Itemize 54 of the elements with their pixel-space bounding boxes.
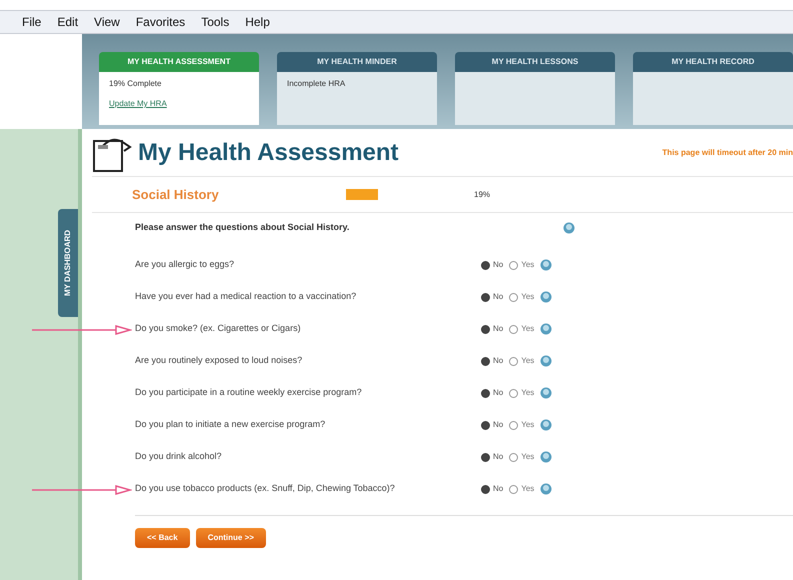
- question-text: Do you use tobacco products (ex. Snuff, Dip, Chewing Tobacco)?: [135, 482, 396, 496]
- status-text: Incomplete HRA: [287, 78, 346, 90]
- help-icon[interactable]: [563, 222, 575, 234]
- radio-option[interactable]: Yes: [509, 483, 534, 495]
- help-icon[interactable]: [540, 387, 552, 399]
- question-text: Do you plan to initiate a new exercise program?: [135, 418, 326, 432]
- help-icon[interactable]: [540, 291, 552, 303]
- help-icon[interactable]: [540, 259, 552, 271]
- radio-option[interactable]: No: [481, 323, 504, 335]
- radio-option[interactable]: Yes: [509, 387, 534, 399]
- update-link[interactable]: Update My HRA: [109, 98, 249, 110]
- help-icon[interactable]: [540, 419, 552, 431]
- radio-option[interactable]: No: [481, 291, 504, 303]
- menu-item[interactable]: Help: [245, 13, 270, 31]
- radio-option[interactable]: Yes: [509, 323, 534, 335]
- radio-option[interactable]: No: [481, 483, 504, 495]
- question-text: Have you ever had a medical reaction to a vaccination?: [135, 290, 358, 304]
- menu-item[interactable]: File: [22, 13, 42, 31]
- radio-option[interactable]: No: [481, 451, 504, 463]
- radio-option[interactable]: Yes: [509, 419, 534, 431]
- continue-button[interactable]: Continue >>: [196, 528, 266, 548]
- radio-option[interactable]: Yes: [509, 451, 534, 463]
- help-icon[interactable]: [540, 451, 552, 463]
- radio-option[interactable]: No: [481, 259, 504, 271]
- radio-option[interactable]: No: [481, 419, 504, 431]
- section-title: Social History: [132, 186, 220, 204]
- radio-option[interactable]: Yes: [509, 355, 534, 367]
- status-text: 19% Complete: [109, 78, 162, 90]
- menu-item[interactable]: Favorites: [136, 13, 186, 31]
- question-text: Do you smoke? (ex. Cigarettes or Cigars): [135, 322, 302, 336]
- help-icon[interactable]: [540, 323, 552, 335]
- dashboard-tab[interactable]: MY DASHBOARD: [58, 209, 78, 317]
- radio-option[interactable]: No: [481, 387, 504, 399]
- nav-tab[interactable]: MY HEALTH LESSONS: [455, 52, 615, 72]
- question-text: Are you routinely exposed to loud noises?: [135, 354, 304, 368]
- question-text: Do you participate in a routine weekly exercise program?: [135, 386, 363, 400]
- question-text: Do you drink alcohol?: [135, 450, 223, 464]
- back-button[interactable]: << Back: [135, 528, 190, 548]
- timeout-notice: This page will timeout after 20 min: [662, 146, 793, 158]
- nav-tab[interactable]: MY HEALTH RECORD: [633, 52, 793, 72]
- menu-item[interactable]: View: [94, 13, 120, 31]
- menu-item[interactable]: Edit: [57, 13, 78, 31]
- radio-option[interactable]: Yes: [509, 259, 534, 271]
- radio-option[interactable]: No: [481, 355, 504, 367]
- question-text: Are you allergic to eggs?: [135, 258, 236, 272]
- help-icon[interactable]: [540, 483, 552, 495]
- progress-percent: 19%: [474, 188, 490, 200]
- nav-tab[interactable]: MY HEALTH ASSESSMENT: [99, 52, 259, 72]
- help-icon[interactable]: [540, 355, 552, 367]
- nav-tab[interactable]: MY HEALTH MINDER: [277, 52, 437, 72]
- page-title: My Health Assessment: [138, 138, 399, 168]
- radio-option[interactable]: Yes: [509, 291, 534, 303]
- instructions-text: Please answer the questions about Social History.: [135, 221, 350, 234]
- menu-item[interactable]: Tools: [201, 13, 230, 31]
